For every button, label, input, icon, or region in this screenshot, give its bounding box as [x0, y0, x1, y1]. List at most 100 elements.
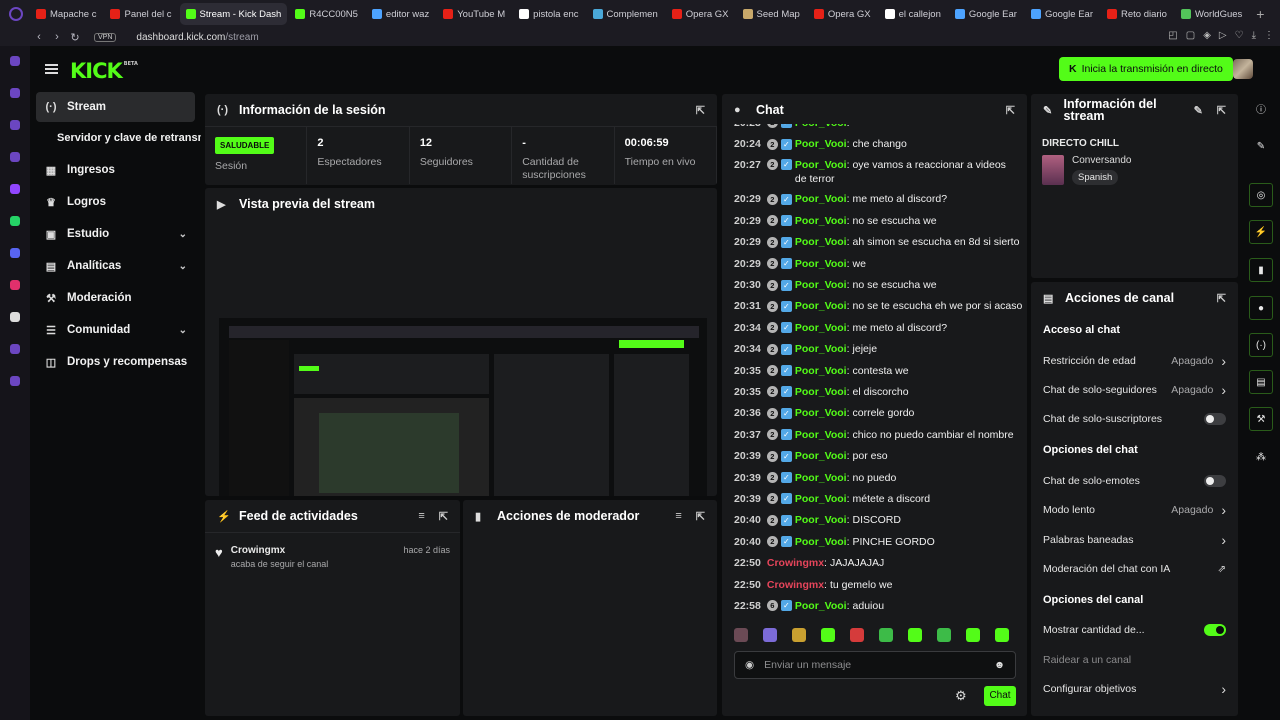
message-username[interactable]: Poor_Vooi [795, 215, 847, 227]
channel-setting-row[interactable]: Chat de solo-emotes [1031, 466, 1238, 495]
actions-icon[interactable]: ▤ [1249, 370, 1273, 394]
user-avatar[interactable] [1233, 59, 1253, 79]
kick-logo[interactable]: KICK BETA [70, 59, 138, 83]
browser-tab[interactable]: Panel del c [104, 3, 177, 25]
vpn-badge[interactable]: VPN [94, 32, 117, 42]
forward-icon[interactable]: › [48, 31, 66, 43]
chat-message[interactable]: 22:50 Crowingmx: tu gemelo we [722, 574, 1024, 595]
toggle-switch[interactable] [1204, 413, 1226, 426]
nav-item-analiticas[interactable]: ▤ Analíticas ⌄ [30, 250, 201, 282]
opera-logo-icon[interactable] [9, 7, 23, 21]
filter-icon[interactable]: ≡ [418, 510, 424, 523]
message-username[interactable]: Poor_Vooi [795, 472, 847, 484]
chat-message[interactable]: 20:36 2 ✓ Poor_Vooi: correle gordo [722, 403, 1024, 424]
filter-icon[interactable]: ≡ [675, 510, 681, 523]
popout-icon[interactable]: ⇱ [439, 510, 448, 523]
message-username[interactable]: Poor_Vooi [795, 343, 847, 355]
opera-sidebar-icon[interactable] [10, 152, 20, 162]
new-tab-button[interactable]: + [1250, 6, 1270, 22]
opera-sidebar-icon[interactable] [10, 376, 20, 386]
emote-icon[interactable] [734, 628, 748, 642]
browser-tab[interactable]: Stream - Kick Dash [179, 3, 288, 25]
extension-icon[interactable]: ◰ [1168, 30, 1177, 41]
chat-icon[interactable]: ● [1249, 296, 1273, 320]
chat-message[interactable]: 20:40 2 ✓ Poor_Vooi: DISCORD [722, 510, 1024, 531]
message-username[interactable]: Poor_Vooi [795, 159, 847, 171]
chat-message[interactable]: 20:39 2 ✓ Poor_Vooi: métete a discord [722, 488, 1024, 509]
channel-setting-row[interactable]: Chat de solo-seguidores Apagado › [1031, 375, 1238, 404]
chat-message[interactable]: 20:35 2 ✓ Poor_Vooi: el discorcho [722, 381, 1024, 402]
channel-setting-row[interactable]: Restricción de edad Apagado › [1031, 346, 1238, 375]
wrench-icon[interactable]: ⚒ [1249, 407, 1273, 431]
channel-setting-row[interactable]: Configurar objetivos › [1031, 675, 1238, 704]
message-username[interactable]: Poor_Vooi [795, 300, 847, 312]
message-username[interactable]: Poor_Vooi [795, 236, 847, 248]
chat-message[interactable]: 20:37 2 ✓ Poor_Vooi: chico no puedo cambiar … [722, 424, 1024, 445]
message-username[interactable]: Poor_Vooi [795, 514, 847, 526]
chat-message[interactable]: 20:34 2 ✓ Poor_Vooi: jejeje [722, 339, 1024, 360]
message-username[interactable]: Poor_Vooi [795, 258, 847, 270]
chat-message[interactable]: 20:30 2 ✓ Poor_Vooi: no se escucha we [722, 274, 1024, 295]
emote-icon[interactable] [908, 628, 922, 642]
opera-sidebar-icon[interactable] [10, 56, 20, 66]
shield-icon[interactable]: ◈ [1203, 30, 1211, 41]
chat-message[interactable]: 20:29 2 ✓ Poor_Vooi: me meto al discord? [722, 189, 1024, 210]
browser-tab[interactable]: el callejon [879, 3, 947, 25]
emote-icon[interactable] [850, 628, 864, 642]
broadcast-icon[interactable]: (·) [1249, 333, 1273, 357]
message-username[interactable]: Poor_Vooi [795, 193, 847, 205]
chat-message[interactable]: 20:34 2 ✓ Poor_Vooi: me meto al discord? [722, 317, 1024, 338]
chevron-right-icon[interactable]: › [1221, 532, 1226, 548]
message-username[interactable]: Crowingmx [767, 579, 824, 591]
browser-tab[interactable]: Opera GX [666, 3, 735, 25]
chat-message[interactable]: 20:39 2 ✓ Poor_Vooi: por eso [722, 445, 1024, 466]
channel-setting-row[interactable]: Chat de solo-suscriptores [1031, 405, 1238, 434]
opera-sidebar-icon[interactable] [10, 344, 20, 354]
emoji-icon[interactable]: ☻ [994, 659, 1005, 671]
camera-icon[interactable]: ◎ [1249, 183, 1273, 207]
instagram-icon[interactable] [10, 280, 20, 290]
browser-tab[interactable]: WorldGues [1175, 3, 1248, 25]
edit-icon[interactable]: ✎ [1194, 104, 1203, 117]
message-username[interactable]: Poor_Vooi [795, 600, 847, 612]
emote-icon[interactable] [937, 628, 951, 642]
channel-setting-row[interactable]: Mostrar cantidad de... [1031, 616, 1238, 645]
url-field[interactable]: dashboard.kick.com/stream [136, 32, 258, 43]
chat-message[interactable]: 20:23 2✓Poor_Vooi: [722, 124, 1024, 133]
browser-tab[interactable]: Complemen [587, 3, 664, 25]
menu-icon[interactable]: ⋮ [1264, 30, 1274, 41]
emote-icon[interactable] [792, 628, 806, 642]
feed-user[interactable]: Crowingmx [231, 545, 285, 556]
chat-message[interactable]: 20:29 2 ✓ Poor_Vooi: we [722, 253, 1024, 274]
emote-icon[interactable] [966, 628, 980, 642]
stream-preview-video[interactable] [219, 318, 707, 496]
back-icon[interactable]: ‹ [30, 31, 48, 43]
channel-setting-row[interactable]: Modo lento Apagado › [1031, 496, 1238, 525]
chat-message[interactable]: 20:29 2 ✓ Poor_Vooi: no se escucha we [722, 210, 1024, 231]
emote-icon[interactable] [879, 628, 893, 642]
chat-send-button[interactable]: Chat [984, 686, 1016, 706]
browser-tab[interactable]: Google Ear [1025, 3, 1099, 25]
message-username[interactable]: Poor_Vooi [795, 322, 847, 334]
popout-icon[interactable]: ⇱ [696, 510, 705, 523]
popout-icon[interactable]: ⇱ [1217, 104, 1226, 117]
channel-setting-row[interactable]: Palabras baneadas › [1031, 525, 1238, 554]
nav-item-drops[interactable]: ◫ Drops y recompensas [30, 346, 201, 378]
channel-setting-row[interactable]: Moderación del chat con IA ⇗ [1031, 554, 1238, 583]
lightning-icon[interactable]: ⚡ [1249, 220, 1273, 244]
message-username[interactable]: Poor_Vooi [795, 536, 847, 548]
nav-item-ingresos[interactable]: ▦ Ingresos [30, 154, 201, 186]
chat-message[interactable]: 20:40 2 ✓ Poor_Vooi: PINCHE GORDO [722, 531, 1024, 552]
apps-icon[interactable]: ⁂ [1249, 445, 1273, 469]
discord-icon[interactable] [10, 248, 20, 258]
category-name[interactable]: Conversando [1072, 155, 1131, 166]
chevron-right-icon[interactable]: › [1221, 502, 1226, 518]
message-username[interactable]: Poor_Vooi [795, 429, 847, 441]
nav-item-moderacion[interactable]: ⚒ Moderación [30, 282, 201, 314]
reload-icon[interactable]: ↻ [66, 31, 84, 44]
hamburger-menu-icon[interactable] [45, 64, 58, 74]
whatsapp-icon[interactable] [10, 216, 20, 226]
gear-icon[interactable]: ⚙ [955, 688, 967, 704]
nav-item-comunidad[interactable]: ☰ Comunidad ⌄ [30, 314, 201, 346]
nav-item-logros[interactable]: ♛ Logros [30, 186, 201, 218]
